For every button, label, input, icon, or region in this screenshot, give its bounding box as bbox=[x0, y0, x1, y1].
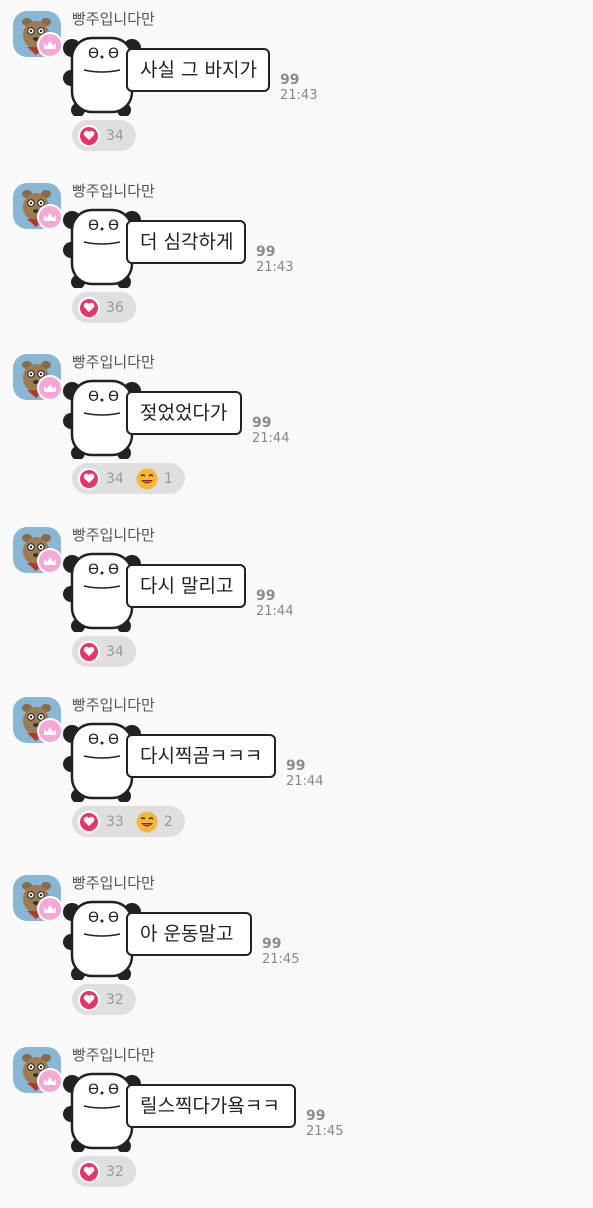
message-bubble[interactable]: 릴스찍다가욬ㅋㅋ bbox=[126, 1084, 296, 1128]
brown-bear-avatar-icon[interactable] bbox=[13, 697, 63, 744]
crown-icon bbox=[37, 204, 63, 230]
svg-text:ϴ: ϴ bbox=[108, 218, 119, 234]
like-count: 34 bbox=[106, 127, 124, 144]
timestamp: 21:45 bbox=[306, 1124, 344, 1139]
svg-text:ϴ: ϴ bbox=[108, 562, 119, 578]
brown-bear-avatar-icon[interactable] bbox=[13, 527, 63, 574]
heart-icon[interactable] bbox=[78, 296, 100, 319]
heart-icon[interactable] bbox=[78, 124, 100, 147]
svg-text:ϴ: ϴ bbox=[108, 46, 119, 62]
chat-message: 빵주입니다만 ϴ ϴ 아 운동말고 99 21:45 32 bbox=[0, 864, 593, 1036]
message-bubble[interactable]: 다시찍곰ㅋㅋㅋ bbox=[126, 734, 276, 778]
svg-text:ϴ: ϴ bbox=[88, 389, 99, 405]
reaction-bar[interactable]: 34 bbox=[72, 120, 136, 151]
read-count: 99 bbox=[256, 588, 276, 604]
chat-message: 빵주입니다만 ϴ ϴ 다시 말리고 99 21:44 34 bbox=[0, 516, 593, 688]
reaction-bar[interactable]: 36 bbox=[72, 292, 136, 323]
sender-name[interactable]: 빵주입니다만 bbox=[72, 8, 155, 29]
message-meta: 99 21:43 bbox=[256, 244, 293, 276]
chat-message: 빵주입니다만 ϴ ϴ 다시찍곰ㅋㅋㅋ 99 21:44 33 2 bbox=[0, 686, 593, 858]
heart-icon[interactable] bbox=[78, 810, 100, 833]
sender-name[interactable]: 빵주입니다만 bbox=[72, 872, 155, 893]
chat-message: 빵주입니다만 ϴ ϴ 사실 그 바지가 99 21:43 34 bbox=[0, 0, 593, 172]
svg-text:ϴ: ϴ bbox=[88, 46, 99, 62]
message-bubble[interactable]: 더 심각하게 bbox=[126, 220, 246, 264]
svg-text:ϴ: ϴ bbox=[88, 218, 99, 234]
brown-bear-avatar-icon[interactable] bbox=[13, 875, 63, 922]
like-count: 34 bbox=[106, 643, 124, 660]
laughing-emoji-icon[interactable] bbox=[136, 811, 158, 833]
sender-name[interactable]: 빵주입니다만 bbox=[72, 694, 155, 715]
crown-icon bbox=[37, 896, 63, 922]
svg-text:ϴ: ϴ bbox=[88, 1082, 99, 1098]
message-meta: 99 21:45 bbox=[262, 936, 299, 968]
message-bubble[interactable]: 젖었었다가 bbox=[126, 391, 242, 435]
reaction-bar[interactable]: 34 bbox=[72, 636, 136, 667]
read-count: 99 bbox=[280, 72, 300, 88]
svg-text:ϴ: ϴ bbox=[108, 1082, 119, 1098]
message-bubble[interactable]: 다시 말리고 bbox=[126, 564, 246, 608]
chat-message: 빵주입니다만 ϴ ϴ 릴스찍다가욬ㅋㅋ 99 21:45 32 bbox=[0, 1036, 593, 1208]
like-count: 36 bbox=[106, 299, 124, 316]
message-meta: 99 21:44 bbox=[286, 758, 323, 790]
like-count: 33 bbox=[106, 813, 124, 830]
like-count: 34 bbox=[106, 470, 124, 487]
crown-icon bbox=[37, 548, 63, 574]
reaction-bar[interactable]: 34 1 bbox=[72, 463, 185, 494]
message-bubble[interactable]: 사실 그 바지가 bbox=[126, 48, 270, 92]
like-count: 32 bbox=[106, 1163, 124, 1180]
svg-text:ϴ: ϴ bbox=[88, 562, 99, 578]
timestamp: 21:45 bbox=[262, 952, 300, 967]
brown-bear-avatar-icon[interactable] bbox=[13, 183, 63, 230]
like-count: 32 bbox=[106, 991, 124, 1008]
crown-icon bbox=[37, 32, 63, 58]
message-meta: 99 21:43 bbox=[280, 72, 317, 104]
timestamp: 21:43 bbox=[280, 88, 318, 103]
laugh-count: 1 bbox=[163, 470, 173, 487]
crown-icon bbox=[37, 1068, 63, 1094]
svg-text:ϴ: ϴ bbox=[88, 732, 99, 748]
read-count: 99 bbox=[252, 415, 272, 431]
sender-name[interactable]: 빵주입니다만 bbox=[72, 524, 155, 545]
crown-icon bbox=[37, 375, 63, 401]
svg-text:ϴ: ϴ bbox=[108, 732, 119, 748]
read-count: 99 bbox=[256, 244, 276, 260]
crown-icon bbox=[37, 718, 63, 744]
laughing-emoji-icon[interactable] bbox=[136, 468, 158, 490]
sender-name[interactable]: 빵주입니다만 bbox=[72, 1044, 155, 1065]
reaction-bar[interactable]: 32 bbox=[72, 984, 136, 1015]
message-meta: 99 21:44 bbox=[256, 588, 293, 620]
brown-bear-avatar-icon[interactable] bbox=[13, 11, 63, 58]
read-count: 99 bbox=[262, 936, 282, 952]
brown-bear-avatar-icon[interactable] bbox=[13, 1047, 63, 1094]
read-count: 99 bbox=[306, 1108, 326, 1124]
read-count: 99 bbox=[286, 758, 306, 774]
svg-text:ϴ: ϴ bbox=[108, 910, 119, 926]
heart-icon[interactable] bbox=[78, 1160, 100, 1183]
chat-message: 빵주입니다만 ϴ ϴ 젖었었다가 99 21:44 34 1 bbox=[0, 343, 593, 515]
sender-name[interactable]: 빵주입니다만 bbox=[72, 351, 155, 372]
message-meta: 99 21:44 bbox=[252, 415, 289, 447]
brown-bear-avatar-icon[interactable] bbox=[13, 354, 63, 401]
svg-text:ϴ: ϴ bbox=[108, 389, 119, 405]
message-bubble[interactable]: 아 운동말고 bbox=[126, 912, 252, 956]
reaction-bar[interactable]: 33 2 bbox=[72, 806, 185, 837]
sender-name[interactable]: 빵주입니다만 bbox=[72, 180, 155, 201]
reaction-bar[interactable]: 32 bbox=[72, 1156, 136, 1187]
chat-message: 빵주입니다만 ϴ ϴ 더 심각하게 99 21:43 36 bbox=[0, 172, 593, 344]
heart-icon[interactable] bbox=[78, 467, 100, 490]
timestamp: 21:44 bbox=[256, 604, 294, 619]
timestamp: 21:44 bbox=[252, 431, 290, 446]
heart-icon[interactable] bbox=[78, 988, 100, 1011]
timestamp: 21:44 bbox=[286, 774, 324, 789]
chat-feed[interactable]: 빵주입니다만 ϴ ϴ 사실 그 바지가 99 21:43 34 빵주입니다만 ϴ… bbox=[0, 0, 593, 1200]
heart-icon[interactable] bbox=[78, 640, 100, 663]
timestamp: 21:43 bbox=[256, 260, 294, 275]
message-meta: 99 21:45 bbox=[306, 1108, 343, 1140]
svg-text:ϴ: ϴ bbox=[88, 910, 99, 926]
laugh-count: 2 bbox=[163, 813, 173, 830]
